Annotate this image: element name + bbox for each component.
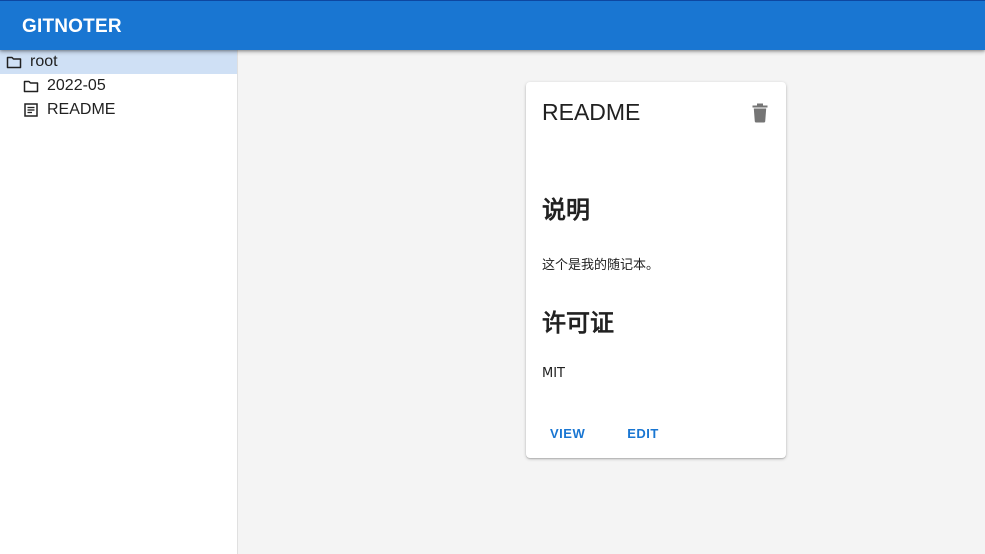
content-paragraph: 这个是我的随记本。 <box>542 258 660 273</box>
content-heading: 说明 <box>542 196 590 224</box>
tree-item-label: root <box>30 53 58 70</box>
tree-item-2022-05[interactable]: 2022-05 <box>0 74 237 98</box>
app-title: GITNOTER <box>22 16 122 37</box>
tree-item-label: 2022-05 <box>47 77 106 94</box>
edit-button[interactable]: EDIT <box>611 422 675 445</box>
tree-item-label: README <box>47 101 116 118</box>
tree-item-readme[interactable]: README <box>0 98 237 122</box>
card-actions: VIEW EDIT <box>534 422 685 445</box>
main-content: README 说明 这个是我的随记本。 许可证 MIT VIEW EDIT <box>238 50 985 554</box>
card-title: README <box>542 99 641 125</box>
folder-icon <box>23 78 39 94</box>
trash-icon[interactable] <box>752 103 768 123</box>
folder-icon <box>6 54 22 70</box>
note-card: README 说明 这个是我的随记本。 许可证 MIT VIEW EDIT <box>526 82 786 458</box>
content-paragraph: MIT <box>542 366 565 381</box>
app-bar: GITNOTER <box>0 0 985 50</box>
tree-item-root[interactable]: root <box>0 50 237 74</box>
view-button[interactable]: VIEW <box>534 422 601 445</box>
file-tree-sidebar: root 2022-05 README <box>0 50 238 554</box>
content-heading: 许可证 <box>542 309 614 337</box>
document-icon <box>23 102 39 118</box>
